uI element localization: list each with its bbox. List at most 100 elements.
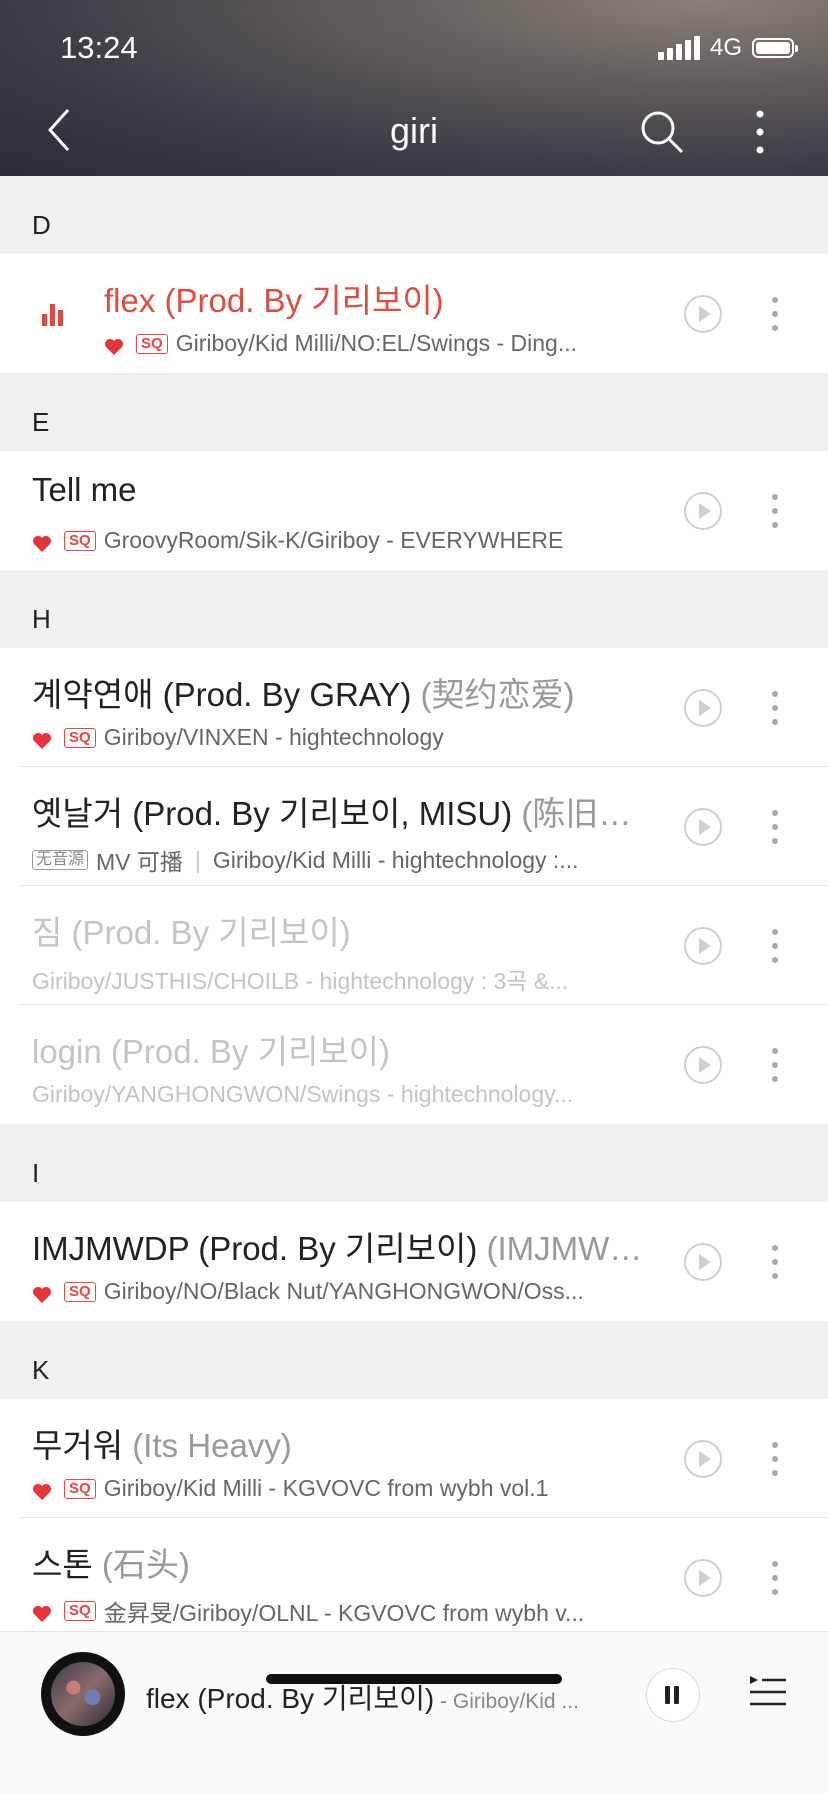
heart-icon[interactable] (104, 335, 124, 355)
song-meta: SQ Giriboy/VINXEN - hightechnology (32, 724, 444, 751)
network-type: 4G (709, 34, 742, 61)
playlist-icon (750, 1676, 786, 1706)
song-meta: SQ 金昇旻/Giriboy/OLNL - KGVOVC from wybh v.… (32, 1594, 584, 1628)
play-circle-icon (684, 295, 722, 333)
play-button[interactable] (683, 926, 723, 966)
more-vertical-icon (772, 1561, 778, 1595)
more-vertical-icon (772, 691, 778, 725)
song-title: IMJMWDP (Prod. By 기리보이) (IMJMW… (32, 1222, 642, 1270)
song-more-button[interactable] (765, 924, 785, 968)
song-more-button[interactable] (765, 1437, 785, 1481)
play-button[interactable] (683, 491, 723, 531)
song-title: 무거워 (Its Heavy) (32, 1419, 292, 1467)
play-button[interactable] (683, 1558, 723, 1598)
song-row[interactable]: 옛날거 (Prod. By 기리보이, MISU) (陈旧… 无音源 MV 可播 | G… (0, 767, 828, 886)
section-letter: K (32, 1355, 50, 1385)
song-title-main: 무거워 (32, 1427, 124, 1464)
header: 13:24 4G giri (0, 0, 828, 176)
play-button[interactable] (683, 1045, 723, 1085)
song-meta: SQ GroovyRoom/Sik-K/Giriboy - EVERYWHERE (32, 527, 563, 554)
more-vertical-icon (772, 297, 778, 331)
song-row[interactable]: login (Prod. By 기리보이) Giriboy/YANGHONGWON… (0, 1005, 828, 1124)
song-more-button[interactable] (765, 489, 785, 533)
song-artist-album: Giriboy/YANGHONGWON/Swings - hightechnol… (32, 1081, 574, 1107)
play-button[interactable] (683, 294, 723, 334)
play-circle-icon (684, 1440, 722, 1478)
song-title: flex (Prod. By 기리보이) (104, 274, 444, 322)
song-row[interactable]: 무거워 (Its Heavy) SQ Giriboy/Kid Milli - KGV… (0, 1399, 828, 1518)
song-title-main: 짐 (Prod. By 기리보이) (32, 914, 351, 951)
page-title: giri (389, 110, 438, 151)
song-title-main: IMJMWDP (Prod. By 기리보이) (32, 1230, 478, 1267)
song-more-button[interactable] (765, 1043, 785, 1087)
now-playing-title: flex (Prod. By 기리보이) (146, 1683, 435, 1714)
home-indicator (266, 1674, 562, 1684)
song-title-subtitle: (石头) (92, 1546, 190, 1583)
more-options-button[interactable] (740, 108, 780, 158)
song-row[interactable]: 계약연애 (Prod. By GRAY) (契约恋爱) SQ Giriboy/VIN… (0, 648, 828, 767)
song-title-main: login (Prod. By 기리보이) (32, 1033, 391, 1070)
sq-badge: SQ (64, 1478, 96, 1499)
heart-icon[interactable] (32, 729, 52, 749)
section-letter: I (32, 1158, 40, 1188)
heart-icon[interactable] (32, 1480, 52, 1500)
more-vertical-icon (772, 1048, 778, 1082)
more-vertical-icon (756, 110, 764, 154)
playlist-button[interactable] (748, 1672, 788, 1712)
section-letter: D (32, 210, 51, 240)
play-button[interactable] (683, 807, 723, 847)
sq-badge: SQ (64, 727, 96, 748)
song-row[interactable]: 짐 (Prod. By 기리보이) Giriboy/JUSTHIS/CHOILB … (0, 886, 828, 1005)
song-more-button[interactable] (765, 805, 785, 849)
song-artist-album: Giriboy/NO/Black Nut/YANGHONGWON/Oss... (103, 1278, 584, 1304)
pause-button[interactable] (646, 1668, 700, 1722)
song-row[interactable]: 스톤 (石头) SQ 金昇旻/Giriboy/OLNL - KGVOVC from … (0, 1518, 828, 1637)
song-artist-album: Giriboy/JUSTHIS/CHOILB - hightechnology … (32, 968, 569, 994)
mini-player[interactable]: flex (Prod. By 기리보이) - Giriboy/Kid ... (0, 1631, 828, 1793)
song-artist-album: Giriboy/VINXEN - hightechnology (103, 724, 444, 750)
album-art[interactable] (41, 1652, 125, 1736)
more-vertical-icon (772, 1442, 778, 1476)
more-vertical-icon (772, 494, 778, 528)
status-time: 13:24 (60, 30, 138, 65)
section-letter: H (32, 604, 51, 634)
song-title-main: 계약연애 (Prod. By GRAY) (32, 676, 412, 713)
song-title-main: 옛날거 (Prod. By 기리보이, MISU) (32, 795, 513, 832)
song-more-button[interactable] (765, 1240, 785, 1284)
heart-icon[interactable] (32, 1602, 52, 1622)
section-header-i: I (0, 1124, 828, 1202)
song-row[interactable]: Tell me SQ GroovyRoom/Sik-K/Giriboy - EVER… (0, 451, 828, 570)
more-vertical-icon (772, 1245, 778, 1279)
search-icon (641, 111, 684, 154)
play-circle-icon (684, 1243, 722, 1281)
song-meta: Giriboy/YANGHONGWON/Swings - hightechnol… (32, 1081, 573, 1108)
section-header-k: K (0, 1321, 828, 1399)
song-row[interactable]: flex (Prod. By 기리보이) SQ Giriboy/Kid Milli/… (0, 254, 828, 373)
song-title-main: Tell me (32, 471, 137, 508)
song-meta: SQ Giriboy/NO/Black Nut/YANGHONGWON/Oss..… (32, 1278, 584, 1305)
section-header-h: H (0, 570, 828, 648)
song-row[interactable]: IMJMWDP (Prod. By 기리보이) (IMJMW… SQ Giriboy… (0, 1202, 828, 1321)
song-more-button[interactable] (765, 1556, 785, 1600)
play-circle-icon (684, 492, 722, 530)
song-more-button[interactable] (765, 686, 785, 730)
song-title-main: 스톤 (32, 1546, 93, 1583)
song-title: Tell me (32, 471, 137, 509)
song-more-button[interactable] (765, 292, 785, 336)
song-artist-album: Giriboy/Kid Milli - KGVOVC from wybh vol… (103, 1475, 549, 1501)
play-button[interactable] (683, 1242, 723, 1282)
play-circle-icon (684, 808, 722, 846)
song-title-subtitle: (契约恋爱) (411, 676, 575, 713)
play-button[interactable] (683, 688, 723, 728)
song-meta: 无音源 MV 可播 | Giriboy/Kid Milli - hightechnol… (32, 843, 579, 877)
section-header-e: E (0, 373, 828, 451)
heart-icon[interactable] (32, 1283, 52, 1303)
heart-icon[interactable] (32, 532, 52, 552)
song-title: 스톤 (石头) (32, 1538, 190, 1586)
signal-icon (657, 36, 700, 60)
song-title-subtitle: (陈旧… (512, 795, 632, 832)
play-button[interactable] (683, 1439, 723, 1479)
song-artist-album: Giriboy/Kid Milli - hightechnology :... (212, 846, 579, 873)
search-button[interactable] (638, 108, 688, 158)
song-artist-album: Giriboy/Kid Milli/NO:EL/Swings - Ding... (175, 330, 578, 356)
